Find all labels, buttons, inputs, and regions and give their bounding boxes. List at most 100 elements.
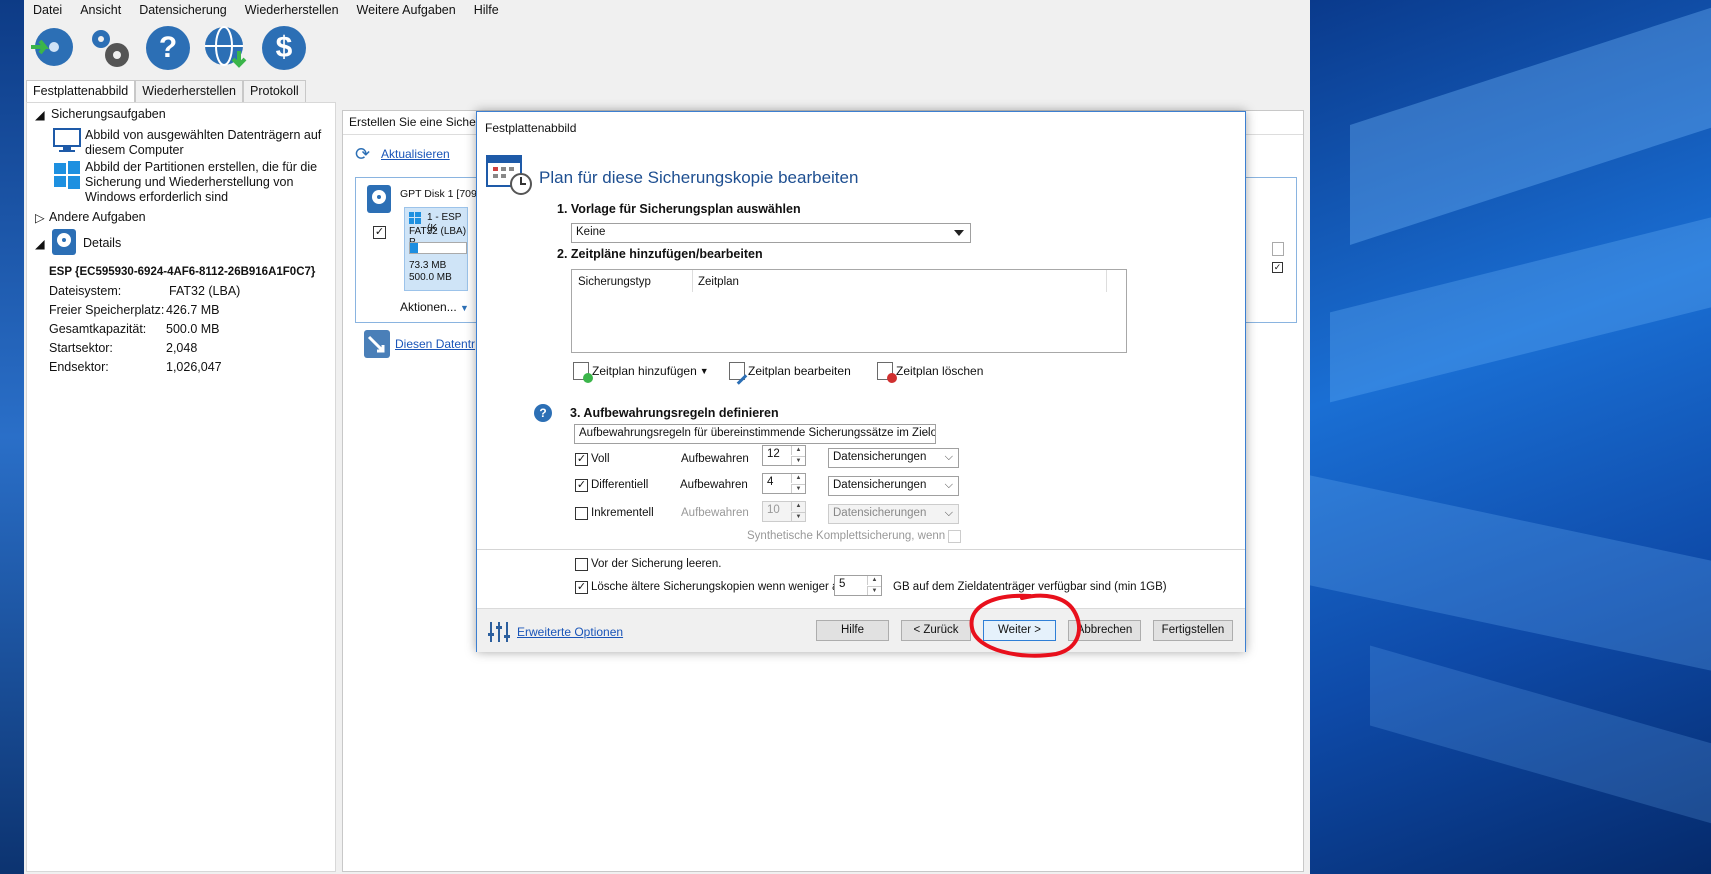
step2-heading: 2. Zeitpläne hinzufügen/bearbeiten bbox=[557, 247, 763, 261]
hard-disk-icon bbox=[366, 184, 392, 217]
differential-label: Differentiell bbox=[591, 479, 649, 491]
clone-disk-link[interactable]: Diesen Datentr bbox=[395, 337, 475, 351]
chevron-down-icon: ⌵ bbox=[921, 427, 930, 439]
windows-logo-icon bbox=[53, 161, 81, 192]
tab-protokoll[interactable]: Protokoll bbox=[243, 80, 306, 102]
tab-wiederherstellen[interactable]: Wiederherstellen bbox=[135, 80, 243, 102]
refresh-icon[interactable]: ⟳ bbox=[355, 144, 370, 165]
full-unit-select[interactable]: Datensicherungen ⌵ bbox=[828, 448, 959, 468]
decrement-arrow-icon[interactable]: ▼ bbox=[791, 456, 805, 465]
section-divider bbox=[477, 549, 1245, 550]
menu-hilfe[interactable]: Hilfe bbox=[465, 3, 508, 17]
section-other-tasks[interactable]: Andere Aufgaben bbox=[49, 210, 146, 224]
actions-label: Aktionen... bbox=[400, 300, 457, 314]
synthetic-full-checkbox bbox=[948, 530, 961, 543]
decrement-arrow-icon[interactable]: ▼ bbox=[791, 484, 805, 493]
synthetic-full-label: Synthetische Komplettsicherung, wenn bbox=[747, 530, 946, 542]
partition-tile[interactable]: 1 - ESP (K FAT32 (LBA) P 73.3 MB 500.0 M… bbox=[404, 207, 468, 291]
desktop-background bbox=[1310, 0, 1711, 874]
detail-key-free-space: Freier Speicherplatz: bbox=[49, 303, 165, 317]
purchase-dollar-icon[interactable]: $ bbox=[258, 22, 310, 74]
menu-wiederherstellen[interactable]: Wiederherstellen bbox=[236, 3, 348, 17]
desktop-left-strip bbox=[0, 0, 24, 874]
next-button[interactable]: Weiter > bbox=[983, 620, 1056, 641]
backup-disk-icon[interactable] bbox=[26, 22, 78, 74]
step1-heading: 1. Vorlage für Sicherungsplan auswählen bbox=[557, 202, 801, 216]
disk-details-icon bbox=[51, 228, 77, 259]
increment-arrow-icon[interactable]: ▲ bbox=[867, 576, 881, 585]
incremental-unit-select: Datensicherungen ⌵ bbox=[828, 504, 959, 524]
advanced-options-sliders-icon[interactable] bbox=[487, 621, 511, 646]
help-button[interactable]: Hilfe bbox=[816, 620, 889, 641]
edit-schedule-button[interactable]: Zeitplan bearbeiten bbox=[729, 362, 851, 385]
add-schedule-label: Zeitplan hinzufügen bbox=[592, 364, 697, 378]
menu-datensicherung[interactable]: Datensicherung bbox=[130, 3, 236, 17]
menu-datei[interactable]: Datei bbox=[24, 3, 71, 17]
full-label: Voll bbox=[591, 453, 610, 465]
column-divider bbox=[692, 270, 693, 292]
task-image-selected-disks[interactable]: Abbild von ausgewählten Datenträgern auf… bbox=[85, 128, 325, 158]
retention-rule-value: Aufbewahrungsregeln für übereinstimmende… bbox=[579, 427, 936, 439]
delete-older-label: Lösche ältere Sicherungskopien wenn weni… bbox=[591, 581, 847, 593]
add-document-icon bbox=[573, 362, 593, 383]
differential-unit-select[interactable]: Datensicherungen ⌵ bbox=[828, 476, 959, 496]
differential-checkbox[interactable]: ✓ bbox=[575, 479, 588, 492]
partition-2-checkbox[interactable]: ✓ bbox=[1272, 262, 1283, 273]
clone-disk-icon[interactable] bbox=[363, 329, 391, 362]
actions-menu[interactable]: Aktionen... ▼ bbox=[400, 300, 469, 314]
incremental-checkbox[interactable] bbox=[575, 507, 588, 520]
advanced-options-link[interactable]: Erweiterte Optionen bbox=[517, 625, 623, 639]
full-checkbox[interactable]: ✓ bbox=[575, 453, 588, 466]
purge-before-checkbox[interactable] bbox=[575, 558, 588, 571]
finish-button[interactable]: Fertigstellen bbox=[1153, 620, 1233, 641]
backup-plan-dialog: Festplattenabbild Plan für diese Sicheru… bbox=[476, 111, 1246, 652]
full-count-stepper[interactable]: 12 ▲ ▼ bbox=[762, 445, 806, 466]
refresh-link[interactable]: Aktualisieren bbox=[381, 147, 450, 161]
schedule-table[interactable]: Sicherungstyp Zeitplan bbox=[571, 269, 1127, 353]
details-title: ESP {EC595930-6924-4AF6-8112-26B916A1F0C… bbox=[49, 266, 316, 278]
partition-total: 500.0 MB bbox=[409, 272, 452, 283]
help-icon[interactable]: ? bbox=[534, 404, 552, 422]
detail-value-end-sector: 1,026,047 bbox=[166, 360, 222, 374]
increment-arrow-icon[interactable]: ▲ bbox=[791, 474, 805, 483]
collapse-triangle-icon[interactable]: ◢ bbox=[35, 107, 45, 122]
calendar-clock-icon bbox=[485, 152, 533, 199]
back-button[interactable]: < Zurück bbox=[901, 620, 971, 641]
help-icon[interactable]: ? bbox=[142, 22, 194, 74]
dropdown-arrow-icon bbox=[954, 230, 964, 236]
detail-key-end-sector: Endsektor: bbox=[49, 360, 109, 374]
partition-usage-bar bbox=[409, 242, 467, 254]
section-details: Details bbox=[83, 236, 122, 250]
differential-count-stepper[interactable]: 4 ▲ ▼ bbox=[762, 473, 806, 494]
web-download-icon[interactable] bbox=[200, 22, 252, 74]
dialog-title: Festplattenabbild bbox=[485, 121, 577, 135]
full-keep-label: Aufbewahren bbox=[681, 453, 749, 465]
column-divider bbox=[1106, 270, 1107, 292]
increment-arrow-icon[interactable]: ▲ bbox=[791, 446, 805, 455]
cancel-button[interactable]: Abbrechen bbox=[1068, 620, 1141, 641]
full-unit-value: Datensicherungen bbox=[833, 451, 927, 463]
expand-triangle-icon[interactable]: ▷ bbox=[35, 210, 45, 225]
delete-older-checkbox[interactable]: ✓ bbox=[575, 581, 588, 594]
task-image-windows-partitions[interactable]: Abbild der Partitionen erstellen, die fü… bbox=[85, 160, 325, 205]
column-backup-type: Sicherungstyp bbox=[578, 276, 651, 288]
incremental-unit-value: Datensicherungen bbox=[833, 507, 927, 519]
decrement-arrow-icon[interactable]: ▼ bbox=[867, 586, 881, 595]
tab-festplattenabbild[interactable]: Festplattenabbild bbox=[26, 80, 136, 102]
disk-checkbox[interactable]: ✓ bbox=[373, 226, 386, 239]
delete-schedule-button[interactable]: Zeitplan löschen bbox=[877, 362, 983, 383]
min-free-space-stepper[interactable]: 5 ▲ ▼ bbox=[834, 575, 882, 596]
edit-document-icon bbox=[729, 362, 748, 385]
template-value: Keine bbox=[576, 226, 606, 238]
menu-ansicht[interactable]: Ansicht bbox=[71, 3, 130, 17]
add-schedule-button[interactable]: Zeitplan hinzufügen ▼ bbox=[573, 362, 709, 383]
template-select[interactable]: Keine bbox=[571, 223, 971, 243]
windows-partition-icon bbox=[409, 212, 421, 227]
settings-gears-icon[interactable] bbox=[84, 22, 136, 74]
retention-rule-select[interactable]: Aufbewahrungsregeln für übereinstimmende… bbox=[574, 424, 936, 444]
collapse-triangle-icon[interactable]: ◢ bbox=[35, 236, 45, 251]
chevron-down-icon: ▼ bbox=[460, 303, 469, 313]
menu-weitere-aufgaben[interactable]: Weitere Aufgaben bbox=[348, 3, 465, 17]
dialog-footer: Erweiterte Optionen Hilfe < Zurück Weite… bbox=[477, 608, 1245, 652]
full-count-value: 12 bbox=[767, 448, 780, 460]
